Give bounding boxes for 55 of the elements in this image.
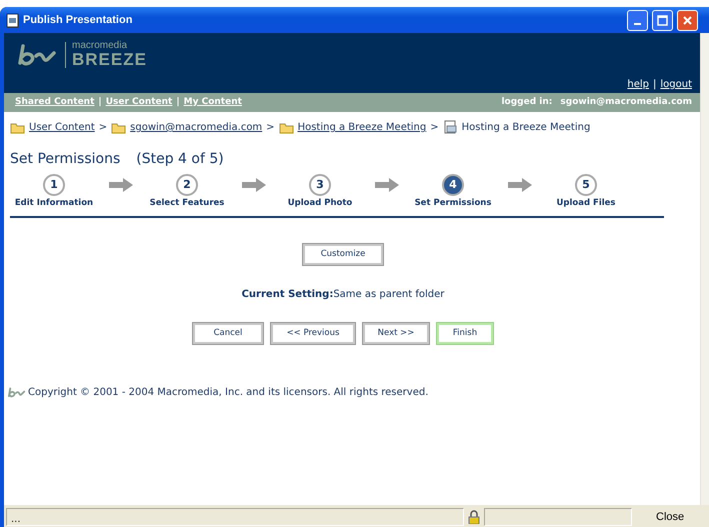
step-number: 5 — [575, 174, 597, 196]
breadcrumb-separator: > — [430, 121, 439, 135]
separator: | — [176, 96, 180, 109]
status-text: ... — [6, 508, 464, 526]
logo-icon — [18, 44, 58, 66]
minimize-icon — [634, 23, 641, 25]
step-indicator: (Step 4 of 5) — [136, 150, 224, 169]
breadcrumb-link[interactable]: Hosting a Breeze Meeting — [298, 120, 426, 135]
window-title: Publish Presentation — [23, 12, 132, 28]
user-email: sgowin@macromedia.com — [560, 96, 692, 109]
breadcrumb-separator: > — [98, 121, 108, 135]
separator: | — [653, 79, 656, 90]
arrow-icon — [242, 178, 266, 192]
folder-icon — [278, 122, 294, 134]
step-label: Edit Information — [14, 197, 94, 210]
header-link[interactable]: logout — [660, 79, 692, 90]
wizard-button[interactable]: Cancel — [193, 322, 263, 344]
maximize-icon — [657, 14, 668, 26]
step-number: 1 — [43, 174, 65, 196]
breadcrumb-current: Hosting a Breeze Meeting — [462, 121, 590, 135]
page-title: Set Permissions — [10, 150, 120, 169]
folder-icon — [10, 122, 25, 134]
step-number: 3 — [309, 174, 331, 196]
breadcrumb-link[interactable]: sgowin@macromedia.com — [130, 120, 262, 135]
step-label: Set Permissions — [414, 197, 492, 210]
arrow-icon — [508, 178, 532, 192]
step-number: 2 — [176, 174, 198, 196]
logo-product-text: BREEZE — [72, 51, 147, 68]
folder-icon — [111, 122, 126, 134]
step-number: 4 — [442, 174, 464, 196]
close-button[interactable] — [677, 10, 698, 30]
minimize-button[interactable] — [627, 10, 648, 30]
arrow-icon — [374, 178, 398, 192]
logged-in-label: logged in: — [501, 96, 552, 109]
wizard-button[interactable]: << Previous — [271, 322, 355, 344]
breadcrumb-link[interactable]: User Content — [29, 120, 95, 135]
wizard-button[interactable]: Next >> — [363, 322, 429, 344]
header-link[interactable]: help — [627, 79, 649, 90]
current-setting-text: Current Setting:Same as parent folder — [242, 288, 444, 302]
step-label: Upload Files — [556, 197, 616, 210]
document-icon — [442, 120, 458, 135]
arrow-icon — [108, 178, 132, 192]
step-label: Upload Photo — [288, 197, 352, 210]
wizard-button[interactable]: Finish — [437, 322, 493, 344]
copyright-text: Copyright © 2001 - 2004 Macromedia, Inc. and its licensors. All rights reserved. — [28, 386, 428, 400]
lock-icon — [468, 510, 480, 524]
close-icon — [682, 14, 693, 26]
logo-icon — [8, 386, 26, 398]
customize-button[interactable]: Customize — [303, 244, 383, 265]
separator: | — [98, 96, 102, 109]
maximize-button[interactable] — [652, 10, 673, 30]
step-label: Select Features — [150, 197, 224, 210]
breadcrumb-separator: > — [266, 121, 275, 135]
presentation-icon — [6, 12, 19, 28]
logo-brand-text: macromedia — [72, 41, 128, 51]
